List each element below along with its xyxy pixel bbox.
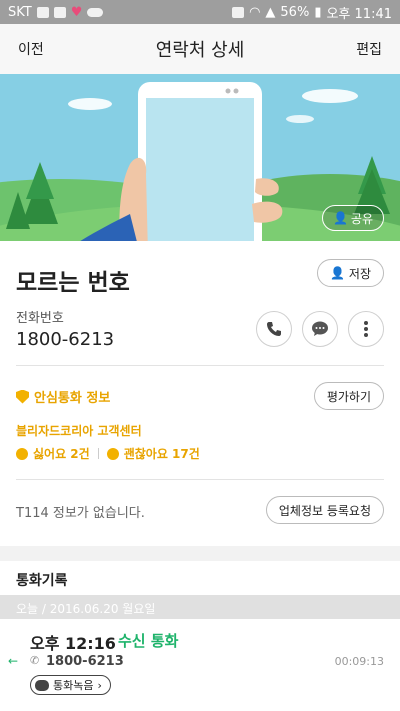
phone-icon: ✆ (30, 654, 40, 667)
chevron-right-icon: › (97, 678, 102, 692)
clock: 오후 11:41 (326, 6, 392, 22)
like-count: 괜찮아요 17건 (123, 447, 200, 461)
like-face-icon (106, 447, 119, 460)
save-contact-button[interactable]: 👤 저장 (316, 259, 384, 287)
mute-icon (232, 6, 245, 18)
call-recording-button[interactable]: 통화녹음 › (30, 675, 111, 695)
signal-icon: ▲ (265, 4, 276, 20)
battery-level: 56% (280, 4, 310, 20)
add-person-icon: 👤 (329, 266, 345, 280)
share-button[interactable]: 👤 공유 (321, 205, 384, 231)
date-header: 오늘 / 2016.06.20 월요일 (0, 595, 400, 619)
call-time: 오후 12:16 (30, 634, 116, 653)
share-label: 공유 (350, 211, 373, 226)
safe-call-label: 안심통화 정보 (34, 391, 111, 406)
dislike-count: 싫어요 2건 (33, 447, 90, 461)
heart-icon: ♥ (70, 4, 83, 20)
contact-banner: 👤 공유 (0, 74, 400, 241)
phone-label: 전화번호 (16, 311, 64, 326)
carrier-label: SKT (8, 4, 32, 20)
more-options-button[interactable] (348, 311, 384, 347)
call-log-title: 통화기록 (16, 573, 68, 589)
date-label: 오늘 / 2016.06.20 월요일 (16, 602, 156, 616)
incoming-arrow-icon: ← (8, 654, 19, 668)
list-item[interactable]: 오후 12:16 수신 통화 ← ✆ 1800-6213 00:09:13 통화… (0, 619, 400, 711)
back-button[interactable]: 이전 (18, 39, 44, 59)
separator (97, 448, 99, 459)
shield-icon (16, 389, 29, 404)
status-bar: SKT ♥ ◠ ▲ 56% ▮ 오후 11:41 (0, 0, 400, 24)
call-number: 1800-6213 (46, 654, 124, 669)
rate-button[interactable]: 평가하기 (313, 382, 384, 410)
phone-icon (267, 322, 281, 336)
notification-icon (36, 6, 49, 18)
cloud-icon (87, 7, 104, 17)
page-title: 연락처 상세 (155, 40, 245, 61)
recording-label: 통화녹음 (53, 679, 94, 692)
call-type: 수신 통화 (118, 632, 179, 650)
message-button[interactable] (302, 311, 338, 347)
safe-call-title: 안심통화 정보 (16, 387, 110, 406)
divider (16, 479, 384, 480)
company-name: 블리자드코리아 고객센터 (16, 424, 142, 438)
call-button[interactable] (256, 311, 292, 347)
battery-icon: ▮ (314, 4, 322, 20)
save-label: 저장 (348, 266, 371, 281)
edit-button[interactable]: 편집 (356, 39, 382, 59)
dislike-face-icon (16, 447, 28, 460)
register-business-button[interactable]: 업체정보 등록요청 (265, 496, 384, 524)
rating-summary: 싫어요 2건 괜찮아요 17건 (16, 445, 200, 462)
message-icon (53, 6, 66, 18)
contact-name: 모르는 번호 (16, 270, 130, 296)
recording-icon (35, 679, 49, 691)
app-header: 이전 연락처 상세 편집 (0, 24, 400, 74)
call-duration: 00:09:13 (334, 655, 384, 668)
t114-message: T114 정보가 없습니다. (16, 506, 145, 521)
contact-detail-card: 모르는 번호 👤 저장 전화번호 1800-6213 안심통화 정보 평가하기 … (0, 241, 400, 546)
phone-number: 1800-6213 (16, 329, 115, 350)
wifi-icon: ◠ (249, 4, 261, 20)
chat-bubble-icon (312, 321, 328, 336)
add-person-icon: 👤 (332, 211, 348, 225)
divider (16, 365, 384, 366)
more-vertical-icon (364, 321, 368, 337)
call-log-header: 통화기록 (0, 561, 400, 595)
